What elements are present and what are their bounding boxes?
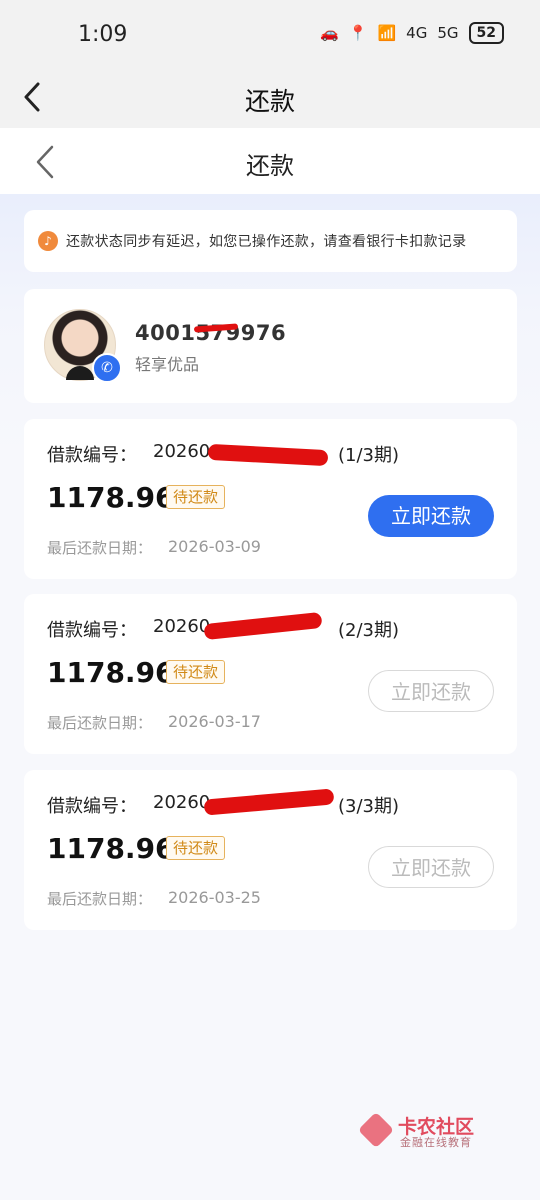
signal-4g-icon: 4G bbox=[406, 24, 428, 42]
watermark: 卡农社区 金融在线教育 bbox=[357, 1111, 500, 1152]
due-date: 2026-03-17 bbox=[168, 712, 261, 731]
watermark-logo-icon bbox=[357, 1111, 395, 1149]
loan-card-3: 借款编号： 20260 (3/3期) 1178.96 待还款 最后还款日期： 2… bbox=[24, 770, 517, 930]
notice-banner: ♪ 还款状态同步有延迟，如您已操作还款，请查看银行卡扣款记录 bbox=[24, 210, 517, 272]
notice-text: 还款状态同步有延迟，如您已操作还款，请查看银行卡扣款记录 bbox=[66, 234, 467, 250]
status-badge: 待还款 bbox=[166, 836, 226, 860]
due-date-label: 最后还款日期： bbox=[47, 890, 153, 908]
inner-page-title: 还款 bbox=[246, 152, 294, 180]
status-bar: 1:09 🚗 📍 📶 4G 5G 52 bbox=[0, 0, 540, 66]
repay-now-button[interactable]: 立即还款 bbox=[368, 495, 494, 537]
redaction-mark bbox=[207, 443, 329, 467]
loan-card-1: 借款编号： 20260 (1/3期) 1178.96 待还款 最后还款日期： 2… bbox=[24, 419, 517, 579]
repay-now-button[interactable]: 立即还款 bbox=[368, 846, 494, 888]
bell-icon: ♪ bbox=[38, 231, 58, 251]
location-icon: 📍 bbox=[348, 24, 368, 42]
wifi-icon: 📶 bbox=[377, 24, 397, 42]
due-date-label: 最后还款日期： bbox=[47, 539, 153, 557]
loan-card-2: 借款编号： 20260 (2/3期) 1178.96 待还款 最后还款日期： 2… bbox=[24, 594, 517, 754]
repay-now-button[interactable]: 立即还款 bbox=[368, 670, 494, 712]
due-date-label: 最后还款日期： bbox=[47, 714, 153, 732]
avatar-body bbox=[66, 366, 94, 380]
loan-period: (3/3期) bbox=[338, 796, 400, 817]
car-icon: 🚗 bbox=[320, 24, 339, 42]
outer-page-title: 还款 bbox=[244, 87, 295, 116]
phone-icon[interactable]: ✆ bbox=[92, 353, 122, 383]
loan-amount: 1178.96 bbox=[47, 832, 175, 865]
watermark-subtitle: 金融在线教育 bbox=[400, 1136, 472, 1149]
inner-nav-bar: 还款 bbox=[0, 128, 540, 194]
loan-amount: 1178.96 bbox=[47, 656, 175, 689]
status-badge: 待还款 bbox=[166, 485, 226, 509]
merchant-name: 轻享优品 bbox=[135, 355, 200, 374]
loan-amount: 1178.96 bbox=[47, 481, 175, 514]
loan-number: 20260 bbox=[153, 792, 211, 813]
loan-number-label: 借款编号： bbox=[47, 796, 137, 817]
due-date: 2026-03-25 bbox=[168, 888, 261, 907]
loan-period: (2/3期) bbox=[338, 620, 400, 641]
loan-number-label: 借款编号： bbox=[47, 620, 137, 641]
loan-number-label: 借款编号： bbox=[47, 445, 137, 466]
merchant-card[interactable]: ✆ 4001579976 轻享优品 bbox=[24, 289, 517, 403]
loan-period: (1/3期) bbox=[338, 445, 400, 466]
battery-icon: 52 bbox=[468, 22, 504, 44]
loan-number: 20260 bbox=[153, 616, 211, 637]
status-badge: 待还款 bbox=[166, 660, 226, 684]
signal-5g-icon: 5G bbox=[437, 24, 459, 42]
loan-number: 20260 bbox=[153, 441, 211, 462]
status-icons: 🚗 📍 📶 4G 5G 52 bbox=[320, 22, 504, 44]
status-time: 1:09 bbox=[78, 22, 128, 47]
due-date: 2026-03-09 bbox=[168, 537, 261, 556]
redaction-mark bbox=[203, 611, 323, 641]
redaction-mark bbox=[203, 788, 335, 816]
outer-nav-bar: 还款 bbox=[0, 66, 540, 128]
